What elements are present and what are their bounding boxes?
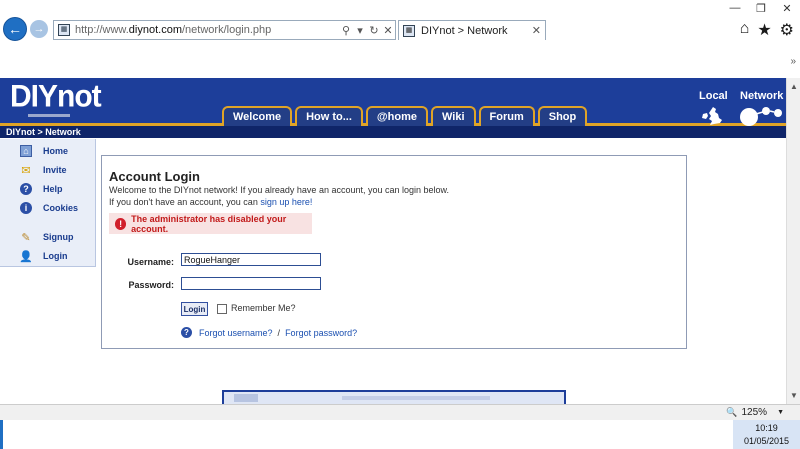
url-prefix: http://www.: [75, 24, 129, 36]
forgot-links: ? Forgot username? / Forgot password?: [181, 327, 357, 338]
sidebar-item-label: Signup: [43, 232, 74, 242]
intro-line-1: Welcome to the DIYnot network! If you al…: [109, 185, 450, 195]
address-bar[interactable]: ▦ http://www.diynot.com/network/login.ph…: [53, 20, 396, 40]
user-icon: 👤: [19, 250, 33, 263]
site-header: DIYnot Welcome How to... @home Wiki Foru…: [0, 78, 786, 126]
error-text: The administrator has disabled your acco…: [131, 213, 287, 234]
sidebar-item-home[interactable]: ⌂ Home: [20, 145, 68, 157]
signup-link[interactable]: sign up here!: [260, 197, 312, 207]
taskbar: 10:19 01/05/2015: [0, 420, 800, 449]
nav-tab-home[interactable]: @home: [365, 106, 428, 126]
info-icon: i: [20, 202, 32, 214]
main-nav: Welcome How to... @home Wiki Forum Shop: [222, 106, 588, 126]
network-circles-icon[interactable]: [738, 105, 784, 127]
dropdown-icon[interactable]: ▾: [353, 24, 367, 37]
tab-title: DIYnot > Network: [421, 24, 508, 37]
logo-underline: [28, 114, 70, 117]
maximize-icon[interactable]: ❐: [748, 0, 774, 16]
header-local-link[interactable]: Local: [699, 90, 728, 102]
zoom-level: 125%: [741, 407, 768, 418]
home-icon[interactable]: ⌂: [740, 20, 750, 40]
pencil-icon: ✎: [21, 231, 31, 244]
scroll-up-icon[interactable]: ▲: [790, 82, 798, 91]
username-label: Username:: [127, 257, 174, 267]
nav-tab-welcome[interactable]: Welcome: [222, 106, 293, 126]
nav-tab-forum[interactable]: Forum: [478, 106, 535, 126]
window-controls: — ❐ ✕: [722, 0, 800, 16]
footer-links: [342, 396, 490, 400]
page-title: Account Login: [109, 169, 200, 184]
star-icon[interactable]: ★: [757, 20, 771, 40]
envelope-icon: ✉: [21, 164, 31, 177]
back-arrow-icon[interactable]: ←: [3, 17, 27, 41]
tab-close-icon[interactable]: ✕: [532, 24, 541, 37]
footer-banner: [222, 390, 566, 404]
page-scrollbar[interactable]: ▲ ▼: [786, 78, 800, 404]
stop-icon[interactable]: ✕: [381, 24, 395, 37]
url-path: /network/login.php: [182, 24, 272, 36]
password-input[interactable]: [181, 277, 321, 290]
breadcrumb: DIYnot > Network: [0, 126, 786, 138]
forgot-password-link[interactable]: Forgot password?: [285, 328, 357, 338]
help-icon: ?: [20, 183, 32, 195]
login-button[interactable]: Login: [181, 302, 208, 316]
sidebar-item-label: Cookies: [43, 203, 79, 213]
tab-favicon-icon: ▦: [403, 24, 415, 37]
browser-tab[interactable]: ▦ DIYnot > Network ✕: [398, 20, 546, 40]
sidebar-item-label: Login: [43, 251, 68, 261]
forgot-separator: /: [277, 327, 281, 338]
address-url[interactable]: http://www.diynot.com/network/login.php: [75, 24, 339, 36]
sidebar-item-label: Home: [43, 146, 69, 156]
username-input[interactable]: [181, 253, 321, 266]
sidebar-item-signup[interactable]: ✎ Signup: [20, 231, 74, 244]
clock-time: 10:19: [755, 423, 778, 433]
help-icon: ?: [181, 327, 192, 338]
scroll-down-icon[interactable]: ▼: [790, 391, 798, 400]
footer-logo: [234, 394, 258, 402]
intro-line-2-text: If you don't have an account, you can: [109, 197, 261, 207]
error-icon: !: [115, 217, 127, 230]
sidebar: ⌂ Home ✉ Invite ? Help i Cookies ✎ Signu…: [0, 139, 96, 267]
gear-icon[interactable]: ⚙: [780, 20, 794, 40]
zoom-icon: 🔍: [726, 407, 738, 417]
status-bar: 🔍 125% ▼: [0, 404, 800, 420]
sidebar-item-invite[interactable]: ✉ Invite: [20, 164, 67, 177]
sidebar-item-cookies[interactable]: i Cookies: [20, 202, 78, 214]
sidebar-item-label: Help: [43, 184, 63, 194]
nav-tab-shop[interactable]: Shop: [537, 106, 588, 126]
error-message: ! The administrator has disabled your ac…: [109, 213, 312, 234]
site-logo[interactable]: DIYnot: [10, 79, 102, 115]
sidebar-item-help[interactable]: ? Help: [20, 183, 63, 195]
browser-toolbar-icons: ⌂ ★ ⚙: [740, 20, 794, 40]
remember-me-label[interactable]: Remember Me?: [231, 303, 296, 313]
browser-chrome: — ❐ ✕ ← → ▦ http://www.diynot.com/networ…: [0, 0, 800, 78]
forgot-username-link[interactable]: Forgot username?: [199, 328, 273, 338]
sidebar-item-login[interactable]: 👤 Login: [19, 250, 68, 263]
forward-arrow-icon[interactable]: →: [30, 20, 48, 38]
uk-map-icon[interactable]: [700, 106, 726, 126]
chevron-down-icon[interactable]: ▼: [777, 409, 784, 416]
url-domain: diynot.com: [128, 24, 182, 36]
nav-tab-wiki[interactable]: Wiki: [431, 106, 476, 126]
sidebar-item-label: Invite: [43, 165, 67, 175]
password-label: Password:: [128, 280, 174, 290]
zoom-control[interactable]: 🔍 125% ▼: [726, 407, 784, 418]
taskbar-edge: [0, 420, 3, 449]
intro-line-2: If you don't have an account, you can si…: [109, 196, 449, 208]
chevron-right-icon[interactable]: »: [790, 56, 796, 67]
close-icon[interactable]: ✕: [774, 0, 800, 16]
clock-date: 01/05/2015: [743, 436, 790, 446]
home-icon: ⌂: [20, 145, 32, 157]
minimize-icon[interactable]: —: [722, 0, 748, 16]
login-intro: Welcome to the DIYnot network! If you al…: [109, 184, 449, 208]
system-clock[interactable]: 10:19 01/05/2015: [733, 420, 800, 449]
search-icon[interactable]: ⚲: [339, 24, 353, 37]
site-favicon-icon: ▦: [58, 24, 70, 36]
remember-me-checkbox[interactable]: [217, 304, 227, 314]
nav-tab-howto[interactable]: How to...: [295, 106, 363, 126]
refresh-icon[interactable]: ↻: [367, 24, 381, 37]
login-panel: Account Login Welcome to the DIYnot netw…: [101, 155, 687, 349]
header-network-link[interactable]: Network: [740, 90, 783, 102]
